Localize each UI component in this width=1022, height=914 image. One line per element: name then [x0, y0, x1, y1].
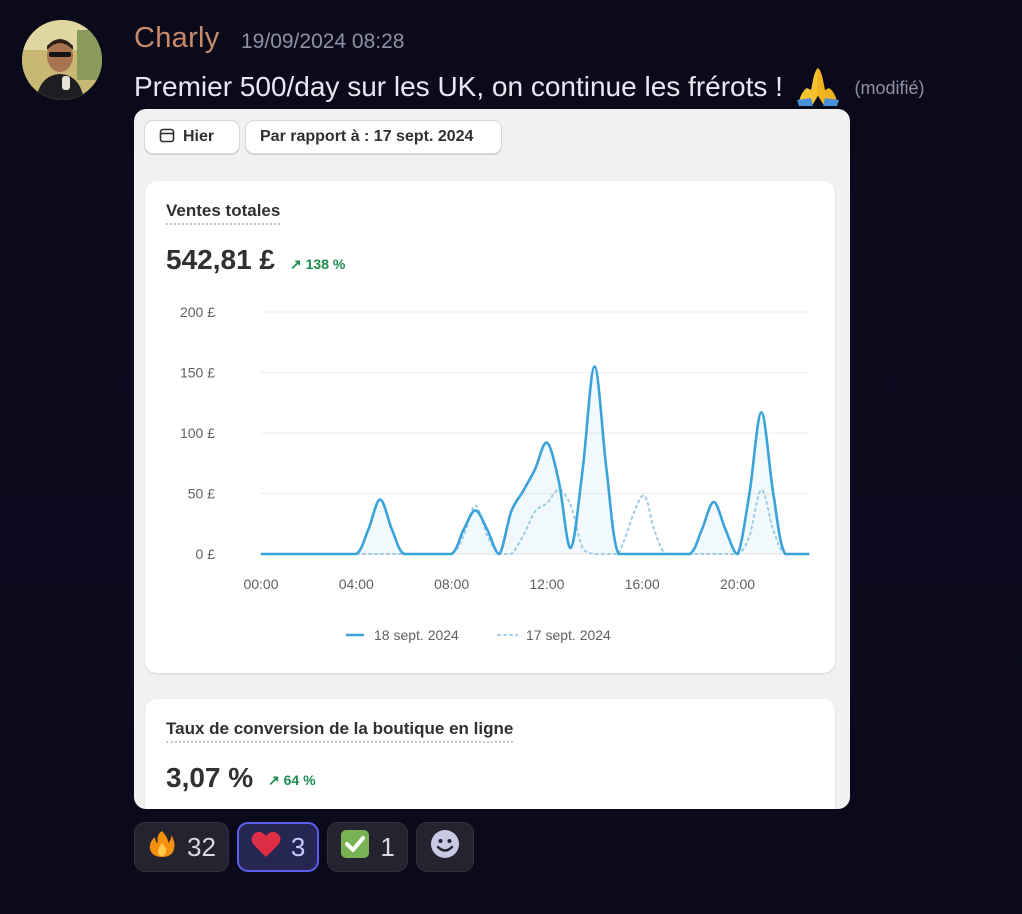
y-tick-label: 200 £	[180, 304, 215, 320]
date-range-label: Hier	[183, 128, 215, 145]
total-sales-card: Ventes totales 542,81 £ ↗ 138 % 0 £50 £1…	[145, 181, 835, 673]
x-tick-label: 04:00	[339, 576, 374, 592]
x-tick-label: 00:00	[243, 576, 278, 592]
y-tick-label: 100 £	[180, 425, 215, 441]
metric-delta-value: 64 %	[283, 772, 316, 788]
message-text: Premier 500/day sur les UK, on continue …	[134, 70, 783, 102]
reaction-count: 3	[290, 831, 306, 862]
reaction-bar: 32 3 1	[134, 822, 474, 872]
fire-icon	[147, 829, 177, 866]
reaction-heart[interactable]: 3	[236, 822, 320, 872]
x-tick-label: 16:00	[625, 576, 660, 592]
message-timestamp: 19/09/2024 08:28	[241, 30, 405, 53]
y-tick-label: 150 £	[180, 365, 215, 381]
calendar-icon	[159, 127, 175, 148]
add-reaction-smiley-icon	[430, 829, 460, 866]
legend-label-17-sept: 17 sept. 2024	[526, 627, 611, 643]
author-name[interactable]: Charly	[134, 22, 220, 55]
add-reaction-button[interactable]	[415, 822, 474, 872]
x-tick-label: 08:00	[434, 576, 469, 592]
user-photo	[22, 20, 102, 100]
compare-period-button[interactable]: Par rapport à : 17 sept. 2024	[245, 120, 502, 154]
metric-value: 3,07 %	[166, 762, 254, 793]
x-tick-label: 20:00	[720, 576, 755, 592]
arrow-up-right-icon: ↗	[268, 772, 280, 788]
avatar[interactable]	[22, 20, 102, 100]
reaction-count: 1	[380, 831, 395, 862]
folded-hands-icon	[795, 64, 841, 113]
legend-label-18-sept: 18 sept. 2024	[374, 627, 459, 643]
edited-label: (modifié)	[854, 78, 925, 98]
y-tick-label: 0 £	[196, 546, 216, 562]
series-area-18-sept	[261, 366, 809, 554]
y-tick-label: 50 £	[188, 486, 215, 502]
check-mark-button-icon	[340, 829, 370, 866]
conversion-rate-card: Taux de conversion de la boutique en lig…	[145, 699, 835, 809]
date-range-button[interactable]: Hier	[144, 120, 240, 154]
x-tick-label: 12:00	[529, 576, 564, 592]
message-content: Premier 500/day sur les UK, on continue …	[134, 64, 925, 113]
compare-period-label: Par rapport à : 17 sept. 2024	[260, 128, 474, 145]
sales-line-chart: 0 £ 50 £ 100 £ 150 £ 200 £ 00:00 04:00 08:00 12:…	[180, 304, 810, 643]
reaction-count: 32	[187, 831, 216, 862]
attachment-image[interactable]: Hier Par rapport à : 17 sept. 2024 Vente…	[134, 109, 850, 809]
card-title[interactable]: Taux de conversion de la boutique en lig…	[166, 719, 514, 743]
metric-delta: ↗ 64 %	[268, 772, 316, 789]
reaction-fire[interactable]: 32	[134, 822, 229, 872]
reaction-check[interactable]: 1	[327, 822, 408, 872]
red-heart-icon	[251, 830, 281, 865]
